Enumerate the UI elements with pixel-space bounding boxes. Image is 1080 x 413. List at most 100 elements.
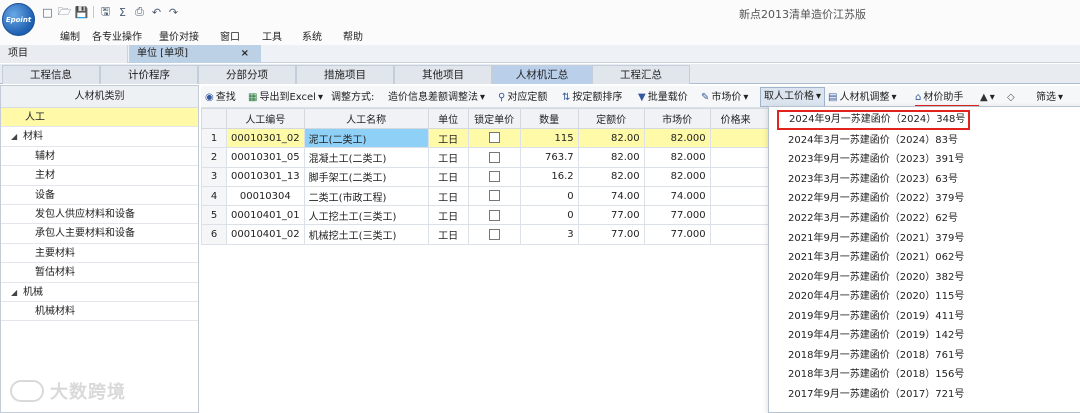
col-header-code[interactable]: 人工编号 xyxy=(226,108,305,129)
cell-quota-price[interactable]: 82.00 xyxy=(577,166,645,187)
save-icon[interactable]: 🖫 xyxy=(98,5,113,20)
cell-name[interactable]: 脚手架工(二类工) xyxy=(303,166,429,187)
category-materials[interactable]: ◢ 材料 xyxy=(1,127,198,147)
dropdown-item[interactable]: 2021年3月一苏建函价（2021）062号 xyxy=(769,248,1080,268)
tab-project-info[interactable]: 工程信息 xyxy=(2,65,100,84)
lock-checkbox[interactable] xyxy=(488,228,500,240)
tab-pricing-procedure[interactable]: 计价程序 xyxy=(100,65,198,84)
undo-icon[interactable]: ↶ xyxy=(149,5,164,20)
tab-project-summary[interactable]: 工程汇总 xyxy=(592,65,690,84)
col-header-quota-price[interactable]: 定额价 xyxy=(577,108,645,129)
cell-name[interactable]: 机械挖土工(三类工) xyxy=(303,224,429,245)
find-button[interactable]: ◉ 查找 xyxy=(205,90,236,105)
cell-code[interactable]: 00010301_05 xyxy=(226,147,305,168)
tab-measures[interactable]: 措施项目 xyxy=(296,65,394,84)
price-helper-button[interactable]: ⌂ 材价助手 xyxy=(915,90,963,105)
close-icon[interactable]: × xyxy=(241,45,249,62)
save-as-icon[interactable]: 💾 xyxy=(74,5,89,20)
cell-market-price[interactable]: 77.000 xyxy=(643,224,711,245)
tab-other-items[interactable]: 其他项目 xyxy=(394,65,492,84)
menu-quantity-price[interactable]: 量价对接 xyxy=(159,28,199,43)
category-equipment[interactable]: 设备 xyxy=(1,186,198,205)
cell-code[interactable]: 00010401_02 xyxy=(226,224,305,245)
cell-quota-price[interactable]: 82.00 xyxy=(577,147,645,168)
lock-checkbox[interactable] xyxy=(488,190,500,202)
collapse-triangle-icon[interactable]: ◢ xyxy=(11,127,23,146)
cell-lock[interactable] xyxy=(467,185,521,207)
dropdown-item[interactable]: 2020年9月一苏建函价（2020）382号 xyxy=(769,268,1080,288)
cell-name[interactable]: 混凝土工(二类工) xyxy=(303,147,429,168)
tab-unit[interactable]: 单位 [单项] × xyxy=(129,45,261,63)
cell-quantity[interactable]: 0 xyxy=(519,205,579,226)
cell-quota-price[interactable]: 82.00 xyxy=(577,127,645,149)
open-folder-icon[interactable]: 🗁 xyxy=(57,5,72,20)
cell-unit[interactable]: 工日 xyxy=(427,185,469,207)
cell-quantity[interactable]: 115 xyxy=(519,127,579,149)
cell-code[interactable]: 00010301_13 xyxy=(226,166,305,187)
cell-unit[interactable]: 工日 xyxy=(427,205,469,226)
market-price-button[interactable]: ✎ 市场价 ▾ xyxy=(701,90,748,105)
col-header-market-price[interactable]: 市场价 xyxy=(643,108,711,129)
menu-system[interactable]: 系统 xyxy=(302,28,322,43)
cell-market-price[interactable]: 74.000 xyxy=(643,185,711,207)
dropdown-item[interactable]: 2020年4月一苏建函价（2020）115号 xyxy=(769,287,1080,307)
lock-checkbox[interactable] xyxy=(488,151,500,163)
dropdown-item-highlighted[interactable]: 2024年9月一苏建函价（2024）348号 xyxy=(777,110,970,130)
collapse-triangle-icon[interactable]: ◢ xyxy=(11,283,23,302)
lock-checkbox[interactable] xyxy=(488,132,500,144)
dropdown-item[interactable]: 2018年9月一苏建函价（2018）761号 xyxy=(769,346,1080,366)
cell-quota-price[interactable]: 77.00 xyxy=(577,205,645,226)
adjust-method-select[interactable]: 造价信息差额调整法 ▾ xyxy=(388,90,485,105)
eraser-button[interactable]: ◇ xyxy=(1007,90,1015,105)
cell-code[interactable]: 00010304 xyxy=(226,185,305,207)
print-icon[interactable]: ⎙ xyxy=(132,5,147,20)
category-key-materials[interactable]: 主要材料 xyxy=(1,244,198,264)
sort-by-quota-button[interactable]: ⇅ 按定额排序 xyxy=(562,90,622,105)
cell-quantity[interactable]: 0 xyxy=(519,185,579,207)
dropdown-item[interactable]: 2022年3月一苏建函价（2022）62号 xyxy=(769,209,1080,229)
category-provisional-materials[interactable]: 暂估材料 xyxy=(1,263,198,283)
cell-code[interactable]: 00010301_02 xyxy=(226,127,305,149)
dropdown-item[interactable]: 2021年9月一苏建函价（2021）379号 xyxy=(769,229,1080,249)
dropdown-item[interactable]: 2022年9月一苏建函价（2022）379号 xyxy=(769,189,1080,209)
match-quota-button[interactable]: ⚲ 对应定额 xyxy=(498,90,547,105)
col-header-name[interactable]: 人工名称 xyxy=(303,108,429,129)
category-contractor-main[interactable]: 承包人主要材料和设备 xyxy=(1,224,198,244)
rcj-adjust-button[interactable]: ▤ 人材机调整 ▾ xyxy=(828,90,896,105)
menu-window[interactable]: 窗口 xyxy=(220,28,240,43)
category-owner-supplied[interactable]: 发包人供应材料和设备 xyxy=(1,205,198,225)
col-header-lock-price[interactable]: 锁定单价 xyxy=(467,108,521,129)
cell-lock[interactable] xyxy=(467,224,521,245)
epoint-logo[interactable]: Epoint xyxy=(2,3,35,36)
new-file-icon[interactable]: □ xyxy=(40,5,55,20)
export-excel-button[interactable]: ▦ 导出到Excel ▾ xyxy=(248,90,323,105)
filter-button[interactable]: 筛选 ▾ xyxy=(1036,90,1063,105)
lock-checkbox[interactable] xyxy=(488,209,500,221)
redo-icon[interactable]: ↷ xyxy=(166,5,181,20)
dropdown-item[interactable]: 2023年9月一苏建函价（2023）391号 xyxy=(769,150,1080,170)
cell-market-price[interactable]: 82.000 xyxy=(643,166,711,187)
sigma-icon[interactable]: Σ xyxy=(115,5,130,20)
tab-sub-items[interactable]: 分部分项 xyxy=(198,65,296,84)
cell-name[interactable]: 人工挖土工(三类工) xyxy=(303,205,429,226)
cell-quota-price[interactable]: 77.00 xyxy=(577,224,645,245)
dropdown-item[interactable]: 2023年3月一苏建函价（2023）63号 xyxy=(769,170,1080,190)
category-machinery-materials[interactable]: 机械材料 xyxy=(1,302,198,322)
cell-unit[interactable]: 工日 xyxy=(427,127,469,149)
cell-quantity[interactable]: 16.2 xyxy=(519,166,579,187)
cell-lock[interactable] xyxy=(467,166,521,187)
cell-unit[interactable]: 工日 xyxy=(427,147,469,168)
cell-market-price[interactable]: 82.000 xyxy=(643,147,711,168)
menu-specialty[interactable]: 各专业操作 xyxy=(92,28,142,43)
category-main-materials[interactable]: 主材 xyxy=(1,166,198,186)
dropdown-item[interactable]: 2017年9月一苏建函价（2017）721号 xyxy=(769,385,1080,405)
dropdown-item[interactable]: 2019年9月一苏建函价（2019）411号 xyxy=(769,307,1080,327)
cell-code[interactable]: 00010401_01 xyxy=(226,205,305,226)
dropdown-item[interactable]: 2024年3月一苏建函价（2024）83号 xyxy=(769,131,1080,151)
tab-labor-material-summary[interactable]: 人材机汇总 xyxy=(492,65,592,84)
cell-quota-price[interactable]: 74.00 xyxy=(577,185,645,207)
category-labor[interactable]: 人工 xyxy=(1,108,198,128)
cell-lock[interactable] xyxy=(467,205,521,226)
cell-market-price[interactable]: 82.000 xyxy=(643,127,711,149)
batch-price-button[interactable]: ▼ 批量载价 xyxy=(638,90,688,105)
